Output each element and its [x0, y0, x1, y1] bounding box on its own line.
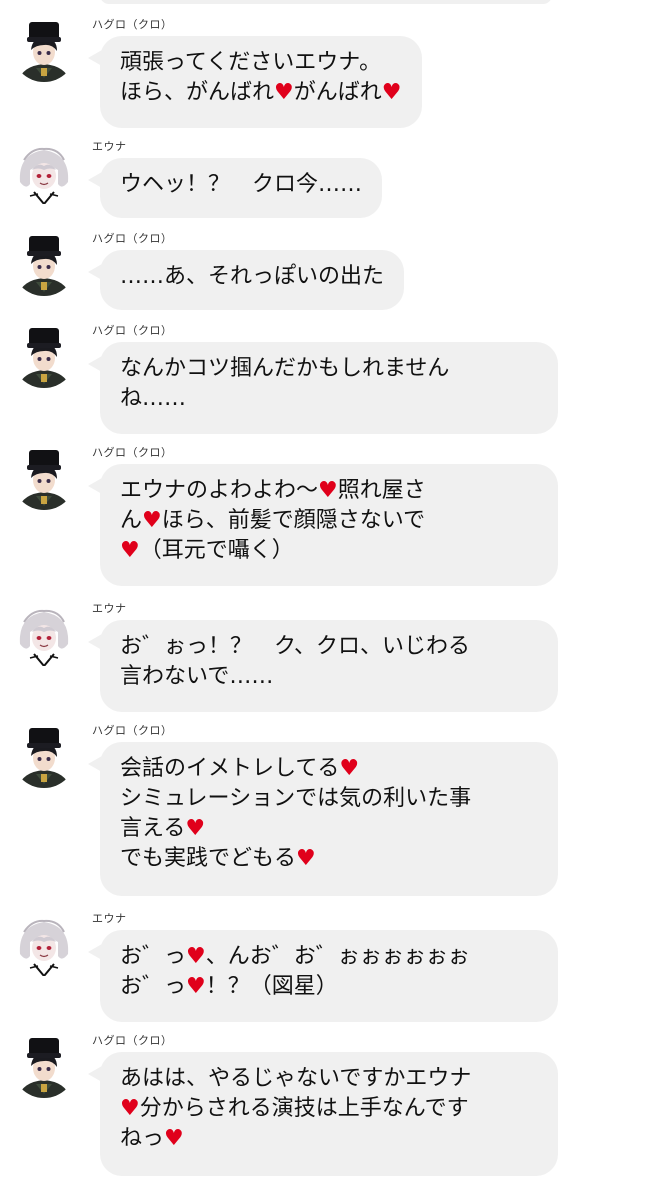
message-bubble[interactable]: 頑張ってくださいエウナ。 ほら、がんばれ♥がんばれ♥: [88, 36, 422, 128]
message-bubble[interactable]: お゛っ♥、んお゛お゛ぉぉぉぉぉぉ お゛っ♥！？（図星）: [88, 930, 558, 1022]
heart-icon: ♥: [164, 1126, 184, 1151]
euna-avatar[interactable]: [12, 602, 76, 666]
message-line: ねっ♥: [120, 1126, 184, 1151]
message-line: ……あ、それっぽいの出た: [120, 264, 385, 289]
heart-icon: ♥: [120, 1096, 140, 1121]
heart-icon: ♥: [120, 538, 140, 563]
speaker-name: ハグロ（クロ）: [92, 1034, 173, 1047]
heart-icon: ♥: [186, 944, 206, 969]
kuro-avatar[interactable]: [12, 232, 76, 296]
message-bubble[interactable]: 会話のイメトレしてる♥ シミュレーションでは気の利いた事 言える♥ でも実践でど…: [88, 742, 558, 896]
kuro-avatar[interactable]: [12, 324, 76, 388]
message-bubble[interactable]: お゛ぉっ！？ ク、クロ、いじわる 言わないで……: [88, 620, 558, 712]
message-line: ♥分からされる演技は上手なんです: [120, 1096, 469, 1121]
heart-icon: ♥: [186, 974, 206, 999]
heart-icon: ♥: [296, 846, 316, 871]
message-line: なんかコツ掴んだかもしれません: [120, 356, 450, 381]
message-line: ん♥ほら、前髪で顔隠さないで: [120, 508, 426, 533]
message-line: ♥（耳元で囁く）: [120, 538, 294, 563]
message-line: ほら、がんばれ♥がんばれ♥: [120, 80, 402, 105]
message-line: あはは、やるじゃないですかエウナ: [120, 1066, 472, 1091]
message-bubble[interactable]: ウヘッ！？ クロ今……: [88, 158, 383, 218]
heart-icon: ♥: [381, 80, 402, 105]
speaker-name: ハグロ（クロ）: [92, 446, 173, 459]
message-line: 頑張ってくださいエウナ。: [120, 50, 382, 75]
euna-avatar[interactable]: [12, 140, 76, 204]
heart-icon: ♥: [318, 478, 338, 503]
kuro-avatar[interactable]: [12, 724, 76, 788]
message-bubble[interactable]: あはは、やるじゃないですかエウナ ♥分からされる演技は上手なんです ねっ♥: [88, 1052, 558, 1176]
message-line: エウナのよわよわ～♥照れ屋さ: [120, 478, 426, 503]
message-line: お゛ぉっ！？ ク、クロ、いじわる: [120, 634, 471, 659]
message-bubble[interactable]: エウナのよわよわ～♥照れ屋さ ん♥ほら、前髪で顔隠さないで ♥（耳元で囁く）: [88, 464, 558, 586]
speaker-name: ハグロ（クロ）: [92, 232, 173, 245]
message-line: 言わないで……: [120, 664, 274, 689]
kuro-avatar[interactable]: [12, 446, 76, 510]
message-line: お゛っ♥、んお゛お゛ぉぉぉぉぉぉ: [120, 944, 470, 969]
message-line: ウヘッ！？ クロ今……: [120, 172, 363, 197]
message-line: お゛っ♥！？（図星）: [120, 974, 338, 999]
message-line: ね……: [120, 386, 187, 411]
message-bubble[interactable]: なんかコツ掴んだかもしれません ね……: [88, 342, 558, 434]
heart-icon: ♥: [142, 508, 162, 533]
message-line: 言える♥: [120, 816, 206, 841]
heart-icon: ♥: [185, 816, 206, 841]
euna-avatar[interactable]: [12, 912, 76, 976]
speaker-name: ハグロ（クロ）: [92, 724, 173, 737]
heart-icon: ♥: [274, 80, 294, 105]
speaker-name: ハグロ（クロ）: [92, 18, 173, 31]
message-line: でも実践でどもる♥: [120, 846, 316, 871]
speaker-name: エウナ: [92, 140, 127, 153]
previous-bubble-edge: [100, 0, 552, 4]
kuro-avatar[interactable]: [12, 1034, 76, 1098]
message-line: シミュレーションでは気の利いた事: [120, 786, 472, 811]
message-line: 会話のイメトレしてる♥: [120, 756, 360, 781]
kuro-avatar[interactable]: [12, 18, 76, 82]
heart-icon: ♥: [339, 756, 360, 781]
speaker-name: エウナ: [92, 602, 127, 615]
speaker-name: ハグロ（クロ）: [92, 324, 173, 337]
message-bubble[interactable]: ……あ、それっぽいの出た: [88, 250, 405, 310]
speaker-name: エウナ: [92, 912, 127, 925]
